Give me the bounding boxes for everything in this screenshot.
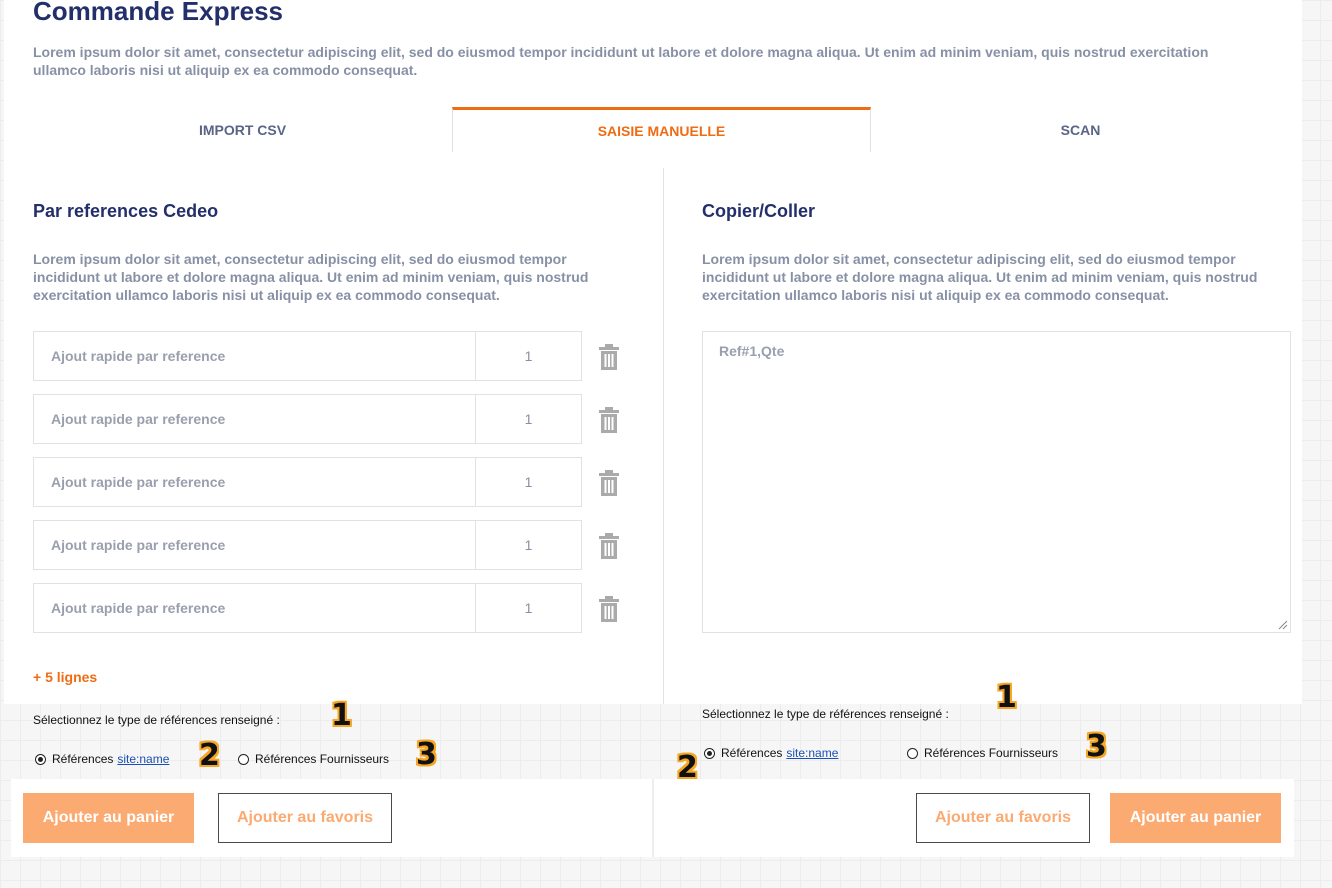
annotation-badge-3: 3 bbox=[416, 737, 437, 772]
trash-icon[interactable] bbox=[598, 344, 620, 370]
paste-textarea[interactable]: Ref#1,Qte bbox=[702, 331, 1291, 633]
left-add-to-favorites-button[interactable]: Ajouter au favoris bbox=[218, 793, 392, 843]
reference-row: Ajout rapide par reference 1 bbox=[33, 331, 582, 381]
footer-divider bbox=[652, 779, 654, 857]
add-five-lines-link[interactable]: + 5 lignes bbox=[33, 669, 97, 685]
right-radio-site-references[interactable]: Références site:name bbox=[704, 746, 838, 760]
radio-unchecked-icon bbox=[907, 747, 918, 759]
site-name-link[interactable]: site:name bbox=[117, 752, 169, 766]
page-intro: Lorem ipsum dolor sit amet, consectetur … bbox=[33, 44, 1209, 78]
left-radio-supplier-references[interactable]: Références Fournisseurs bbox=[238, 752, 389, 766]
quantity-input[interactable]: 1 bbox=[476, 521, 581, 569]
left-reference-type-label: Sélectionnez le type de références rense… bbox=[33, 713, 280, 727]
trash-icon[interactable] bbox=[598, 533, 620, 559]
quantity-input[interactable]: 1 bbox=[476, 584, 581, 632]
quantity-input[interactable]: 1 bbox=[476, 395, 581, 443]
tab-bar: IMPORT CSV SAISIE MANUELLE SCAN bbox=[33, 107, 1292, 152]
annotation-badge-1: 1 bbox=[996, 680, 1017, 715]
resize-grip-icon[interactable] bbox=[1278, 620, 1288, 630]
quantity-input[interactable]: 1 bbox=[476, 458, 581, 506]
site-name-link[interactable]: site:name bbox=[786, 746, 838, 760]
radio-label: Références bbox=[721, 746, 783, 760]
radio-checked-icon bbox=[35, 753, 46, 765]
radio-label: Références bbox=[52, 752, 114, 766]
annotation-badge-3: 3 bbox=[1086, 729, 1107, 764]
trash-icon[interactable] bbox=[598, 596, 620, 622]
right-add-to-favorites-button[interactable]: Ajouter au favoris bbox=[916, 793, 1090, 843]
reference-input[interactable]: Ajout rapide par reference bbox=[34, 584, 476, 632]
right-radio-supplier-references[interactable]: Références Fournisseurs bbox=[907, 746, 1058, 760]
main-card: Commande Express Lorem ipsum dolor sit a… bbox=[4, 0, 1302, 704]
page-title: Commande Express bbox=[33, 0, 283, 26]
reference-row: Ajout rapide par reference 1 bbox=[33, 457, 582, 507]
tab-import-csv[interactable]: IMPORT CSV bbox=[33, 107, 452, 152]
right-section-title: Copier/Coller bbox=[702, 201, 816, 221]
right-section-description: Lorem ipsum dolor sit amet, consectetur … bbox=[702, 251, 1258, 303]
left-radio-site-references[interactable]: Références site:name bbox=[35, 752, 169, 766]
reference-input[interactable]: Ajout rapide par reference bbox=[34, 458, 476, 506]
reference-input[interactable]: Ajout rapide par reference bbox=[34, 521, 476, 569]
column-divider bbox=[663, 168, 664, 704]
left-add-to-cart-button[interactable]: Ajouter au panier bbox=[23, 793, 194, 843]
radio-unchecked-icon bbox=[238, 753, 249, 765]
reference-row: Ajout rapide par reference 1 bbox=[33, 583, 582, 633]
trash-icon[interactable] bbox=[598, 470, 620, 496]
right-add-to-cart-button[interactable]: Ajouter au panier bbox=[1110, 793, 1281, 843]
reference-input[interactable]: Ajout rapide par reference bbox=[34, 332, 476, 380]
radio-label: Références Fournisseurs bbox=[924, 746, 1059, 760]
left-section-description: Lorem ipsum dolor sit amet, consectetur … bbox=[33, 251, 589, 303]
quantity-input[interactable]: 1 bbox=[476, 332, 581, 380]
reference-row: Ajout rapide par reference 1 bbox=[33, 394, 582, 444]
left-section-title: Par references Cedeo bbox=[33, 201, 219, 221]
annotation-badge-2: 2 bbox=[199, 738, 220, 773]
textarea-placeholder: Ref#1,Qte bbox=[719, 343, 785, 359]
right-reference-type-label: Sélectionnez le type de références rense… bbox=[702, 707, 949, 721]
reference-input[interactable]: Ajout rapide par reference bbox=[34, 395, 476, 443]
trash-icon[interactable] bbox=[598, 407, 620, 433]
radio-label: Références Fournisseurs bbox=[255, 752, 390, 766]
radio-checked-icon bbox=[704, 747, 715, 759]
annotation-badge-1: 1 bbox=[331, 698, 352, 733]
reference-row: Ajout rapide par reference 1 bbox=[33, 520, 582, 570]
tab-saisie-manuelle[interactable]: SAISIE MANUELLE bbox=[452, 107, 871, 152]
tab-scan[interactable]: SCAN bbox=[871, 107, 1290, 152]
